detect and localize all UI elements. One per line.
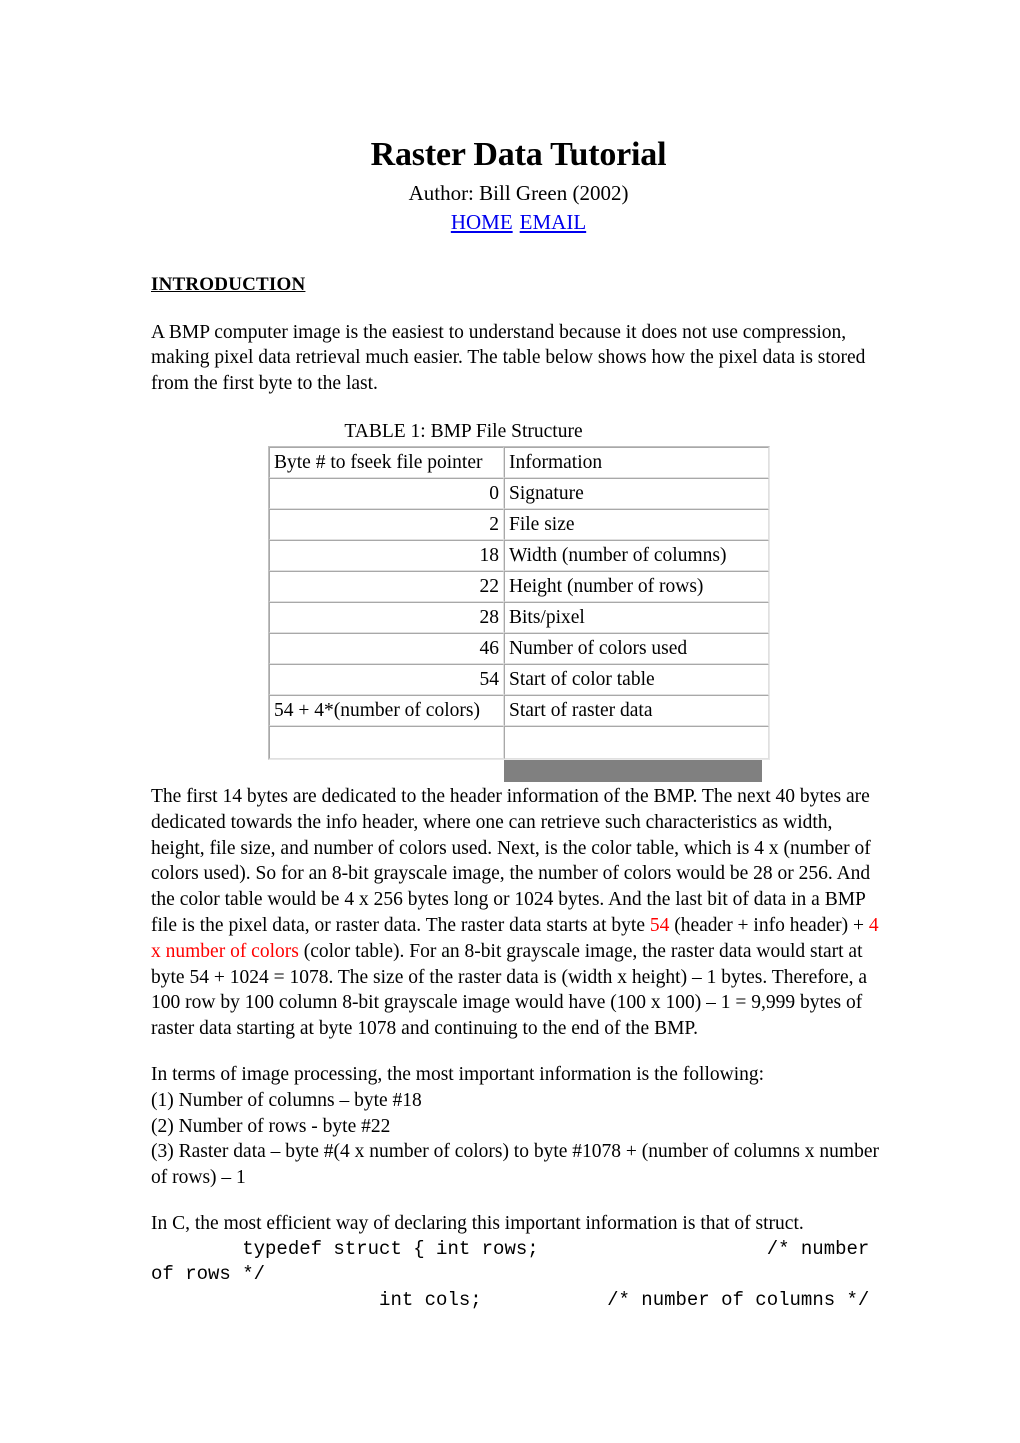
cell-byte: 18: [269, 540, 504, 572]
table-row: 46 Number of colors used: [269, 633, 769, 665]
section-heading-introduction: INTRODUCTION: [151, 273, 306, 295]
cell-info: Width (number of columns): [504, 540, 769, 572]
cell-info: Start of raster data: [504, 695, 769, 727]
cell-byte: 28: [269, 602, 504, 634]
cell-byte: 0: [269, 478, 504, 510]
page-title: Raster Data Tutorial: [370, 136, 667, 173]
raster-highlight-byte-offset: 54: [649, 915, 670, 936]
table-body: Byte # to fseek file pointer Information…: [269, 447, 769, 760]
table-row: 28 Bits/pixel: [269, 602, 769, 634]
header-links: HOME EMAIL: [151, 209, 886, 235]
email-link[interactable]: EMAIL: [520, 210, 587, 234]
table-row: 2 File size: [269, 509, 769, 541]
cell-byte: 54 + 4*(number of colors): [269, 695, 504, 727]
c-struct-code-block: typedef struct { int rows; /* number of …: [151, 1237, 870, 1311]
introduction-paragraph: A BMP computer image is the easiest to u…: [151, 321, 866, 395]
image-processing-item-2: (2) Number of rows - byte #22: [151, 1115, 391, 1137]
cell-info: [504, 726, 769, 760]
table-caption: TABLE 1: BMP File Structure: [344, 421, 583, 443]
raster-explanation-paragraph: The first 14 bytes are dedicated to the …: [151, 784, 886, 1042]
cell-info: Bits/pixel: [504, 602, 769, 634]
table-header-byte: Byte # to fseek file pointer: [269, 447, 504, 479]
bmp-file-structure-table: Byte # to fseek file pointer Information…: [268, 446, 770, 761]
image-processing-item-3: (3) Raster data – byte #(4 x number of c…: [151, 1141, 879, 1189]
cell-info: Start of color table: [504, 664, 769, 696]
cell-byte: [269, 726, 504, 760]
table-row: 18 Width (number of columns): [269, 540, 769, 572]
table-row: 22 Height (number of rows): [269, 571, 769, 603]
table-row: 54 Start of color table: [269, 664, 769, 696]
cell-info: File size: [504, 509, 769, 541]
table-header-information: Information: [504, 447, 769, 479]
image-processing-intro: In terms of image processing, the most i…: [151, 1063, 765, 1085]
struct-intro-paragraph: In C, the most efficient way of declarin…: [151, 1212, 804, 1234]
raster-text-part2: (header + info header) +: [669, 915, 869, 936]
raster-text-part1: The first 14 bytes are dedicated to the …: [151, 786, 871, 936]
cell-byte: 54: [269, 664, 504, 696]
cell-byte: 2: [269, 509, 504, 541]
table-row: 0 Signature: [269, 478, 769, 510]
document-page: Raster Data Tutorial Author: Bill Green …: [151, 0, 886, 1313]
cell-info: Signature: [504, 478, 769, 510]
cell-byte: 22: [269, 571, 504, 603]
home-link[interactable]: HOME: [451, 210, 513, 234]
cell-info: Height (number of rows): [504, 571, 769, 603]
table-row-empty: [269, 726, 769, 760]
cell-info: Number of colors used: [504, 633, 769, 665]
cell-byte: 46: [269, 633, 504, 665]
table-container: Byte # to fseek file pointer Information…: [268, 446, 770, 783]
document-author: Author: Bill Green (2002): [408, 181, 629, 206]
table-row: 54 + 4*(number of colors) Start of raste…: [269, 695, 769, 727]
table-header-row: Byte # to fseek file pointer Information: [269, 447, 769, 479]
image-processing-item-1: (1) Number of columns – byte #18: [151, 1089, 422, 1111]
